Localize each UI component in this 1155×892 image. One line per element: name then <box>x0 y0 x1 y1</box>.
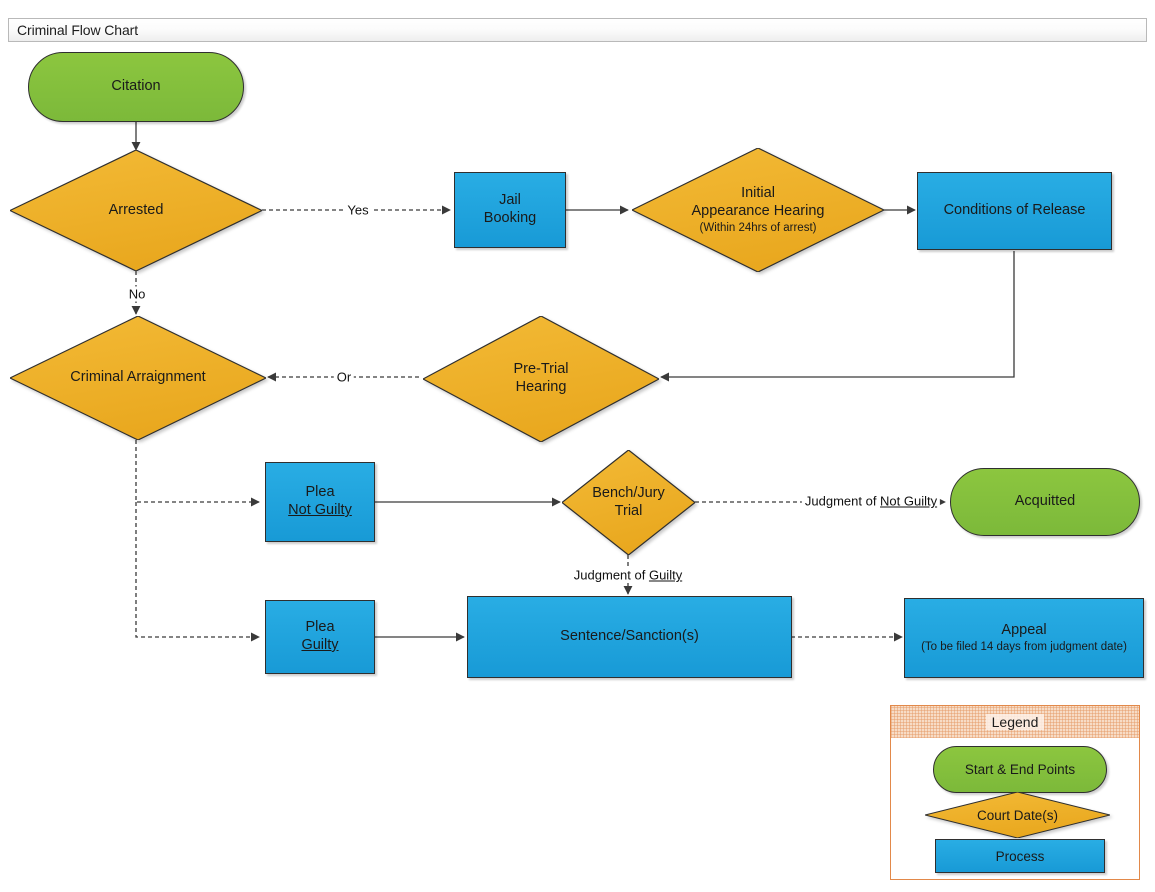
legend-item-process[interactable]: Process <box>935 839 1105 873</box>
legend-title: Legend <box>985 714 1045 730</box>
judgment-not-guilty-prefix: Judgment of <box>804 493 881 509</box>
node-sentence-sanctions[interactable]: Sentence/Sanction(s) <box>467 596 792 678</box>
node-plea-not-guilty[interactable]: Plea Not Guilty <box>265 462 375 542</box>
node-initial-appearance-hearing[interactable]: Initial Appearance Hearing (Within 24hrs… <box>632 148 884 272</box>
judgment-guilty-prefix: Judgment of <box>573 567 649 583</box>
node-citation[interactable]: Citation <box>28 52 244 122</box>
edge-arraignment-plea-guilty <box>135 502 260 642</box>
node-plea-guilty-line1: Plea <box>305 619 335 636</box>
legend-item-terminator-label: Start & End Points <box>964 762 1076 777</box>
page-title: Criminal Flow Chart <box>17 22 139 38</box>
node-acquitted-label: Acquitted <box>1014 493 1076 510</box>
legend-item-process-label: Process <box>995 848 1045 864</box>
node-conditions-of-release[interactable]: Conditions of Release <box>917 172 1112 250</box>
node-jail-booking-line2: Booking <box>483 210 537 226</box>
node-citation-label: Citation <box>111 78 161 95</box>
node-arrested[interactable]: Arrested <box>10 150 262 271</box>
node-sentence-sanctions-label: Sentence/Sanction(s) <box>560 628 699 645</box>
node-bench-jury-trial[interactable]: Bench/Jury Trial <box>562 450 695 555</box>
node-plea-not-guilty-line2: Not Guilty <box>288 502 352 518</box>
node-jail-booking[interactable]: Jail Booking <box>454 172 566 248</box>
judgment-not-guilty-value: Not Guilty <box>880 493 938 509</box>
edge-label-no: No <box>125 286 149 302</box>
chart-title-bar[interactable]: Criminal Flow Chart <box>8 18 1147 42</box>
node-conditions-of-release-label: Conditions of Release <box>943 202 1086 219</box>
legend-item-terminator[interactable]: Start & End Points <box>933 746 1107 793</box>
legend-header: Legend <box>891 706 1139 738</box>
legend-panel: Legend Start & End Points Court Date(s) … <box>890 705 1140 880</box>
edge-arraignment-plea-not-guilty <box>135 440 260 507</box>
node-plea-not-guilty-line1: Plea <box>305 484 335 501</box>
node-plea-guilty[interactable]: Plea Guilty <box>265 600 375 674</box>
edge-label-judgment-not-guilty: Judgment of Not Guilty <box>801 493 941 509</box>
edge-label-yes: Yes <box>344 202 372 218</box>
node-pretrial-hearing[interactable]: Pre-Trial Hearing <box>423 316 659 442</box>
node-appeal-sub: (To be filed 14 days from judgment date) <box>921 640 1127 653</box>
node-plea-guilty-line2: Guilty <box>301 637 339 653</box>
legend-item-decision[interactable]: Court Date(s) <box>925 792 1110 838</box>
node-jail-booking-line1: Jail <box>499 192 521 209</box>
edge-label-or: Or <box>333 369 355 385</box>
edge-label-judgment-guilty: Judgment of Guilty <box>570 567 686 583</box>
node-appeal[interactable]: Appeal (To be filed 14 days from judgmen… <box>904 598 1144 678</box>
node-acquitted[interactable]: Acquitted <box>950 468 1140 536</box>
judgment-guilty-value: Guilty <box>648 567 683 583</box>
flowchart-canvas: Criminal Flow Chart Yes No Or Judgment o… <box>0 0 1155 892</box>
node-criminal-arraignment[interactable]: Criminal Arraignment <box>10 316 266 440</box>
node-appeal-label: Appeal <box>1001 622 1047 639</box>
